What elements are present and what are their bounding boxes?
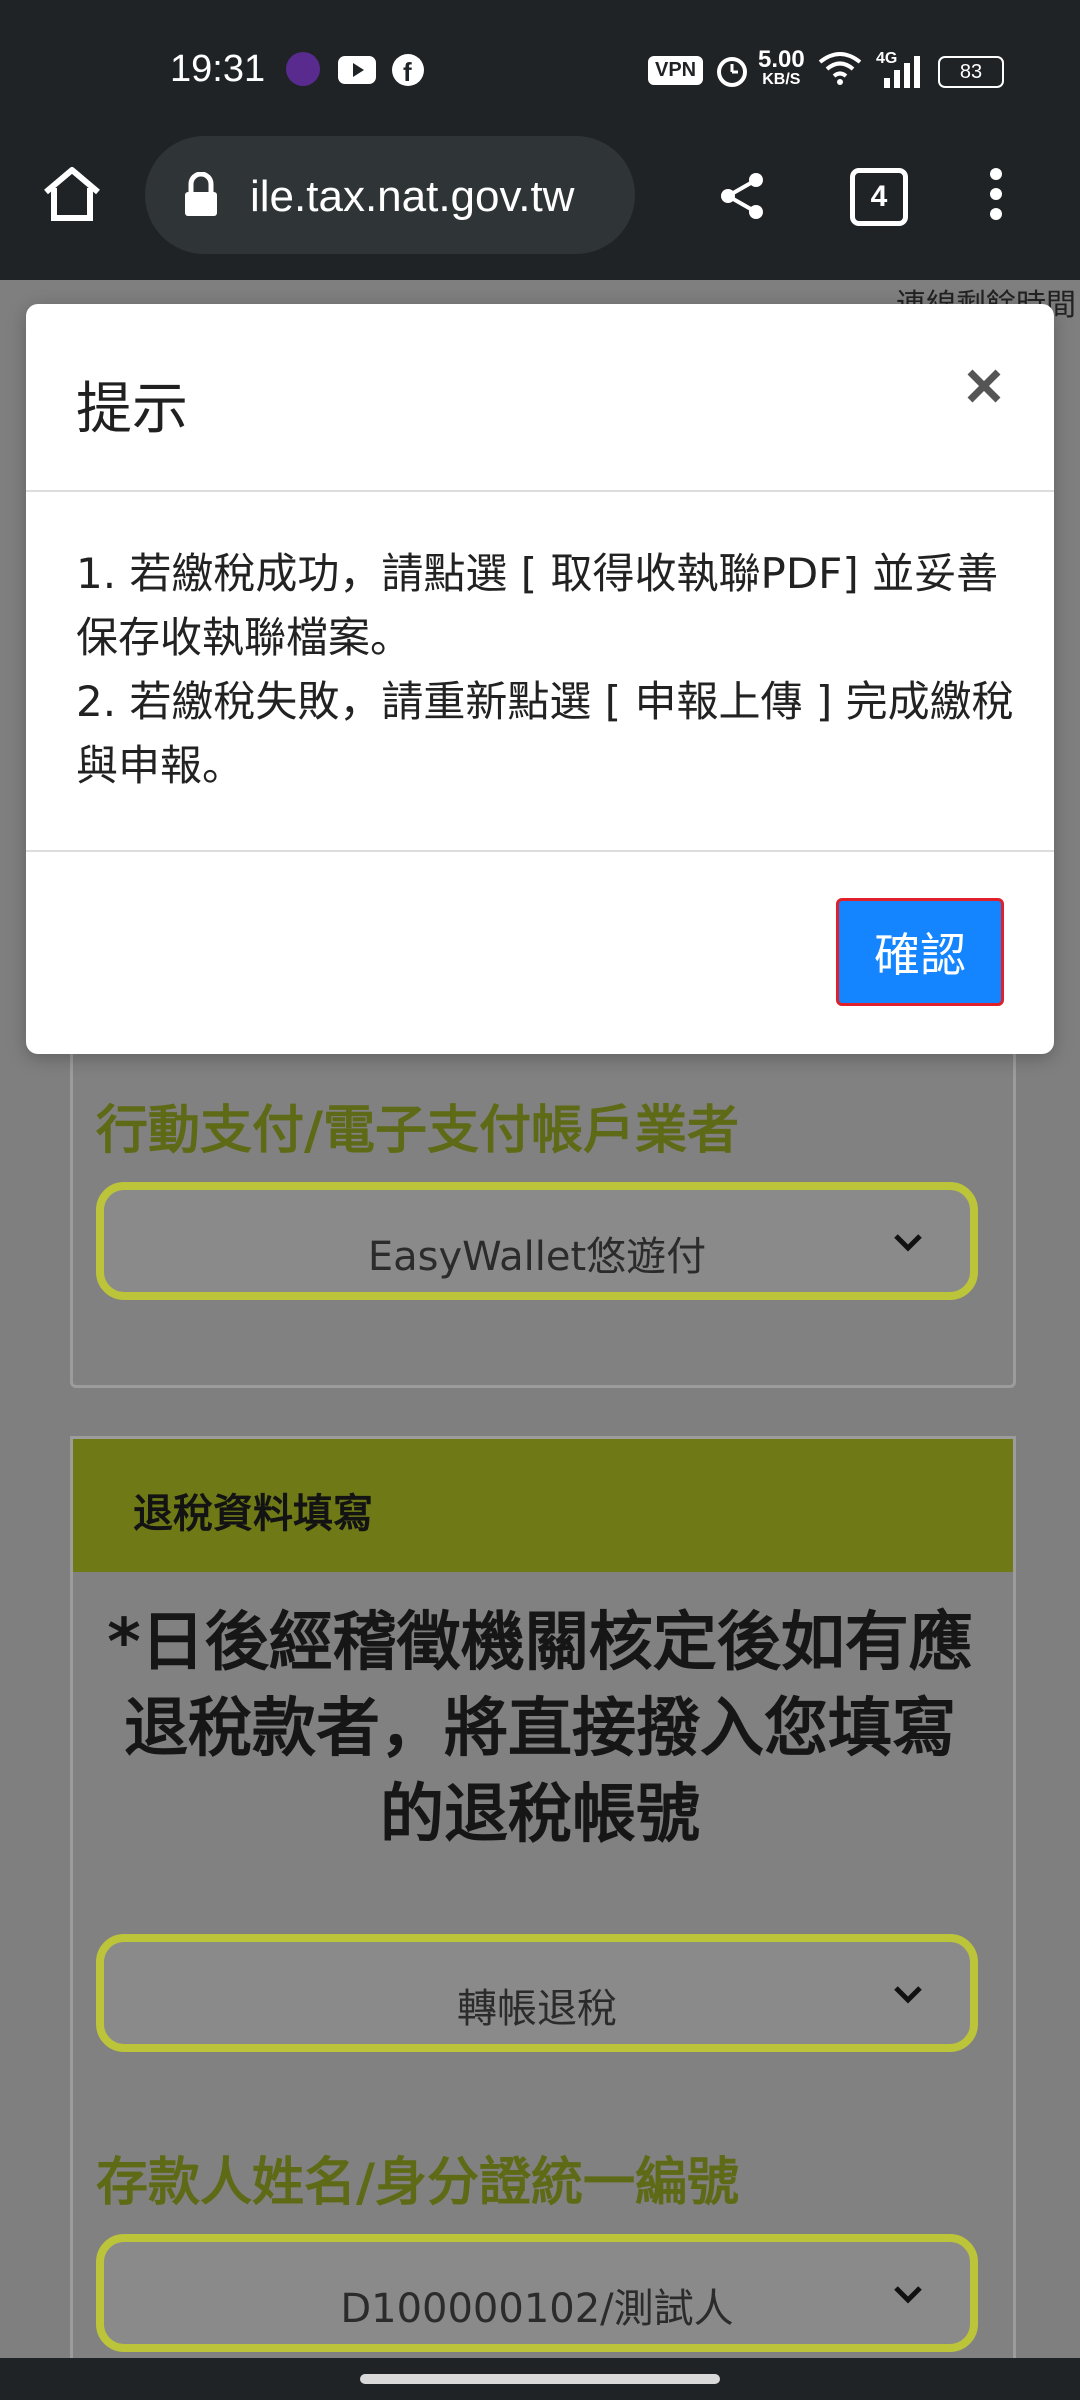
home-gesture-handle[interactable] — [360, 2374, 720, 2384]
payment-provider-value: EasyWallet悠遊付 — [367, 1234, 707, 1280]
dialog-title: 提示 — [76, 377, 188, 442]
speed-value: 5.00 — [758, 46, 805, 73]
svg-text:f: f — [403, 57, 412, 86]
chevron-down-icon — [894, 1234, 922, 1252]
home-icon[interactable] — [40, 164, 104, 224]
lock-icon — [185, 172, 217, 216]
depositor-label: 存款人姓名/身分證統一編號 — [96, 2153, 739, 2213]
more-options-icon[interactable] — [986, 166, 1006, 222]
depositor-value: D100000102/測試人 — [340, 2286, 734, 2332]
speed-unit: KB/S — [762, 71, 801, 88]
alarm-icon — [717, 57, 747, 87]
payment-provider-label: 行動支付/電子支付帳戶業者 — [96, 1101, 739, 1161]
wifi-icon — [818, 52, 862, 85]
url-text: ile.tax.nat.gov.tw — [250, 172, 575, 221]
dialog-header-divider — [26, 490, 1054, 492]
dialog-footer-divider — [26, 850, 1054, 852]
gesture-nav-bar — [0, 2358, 1080, 2400]
dialog-line-1: 1. 若繳稅成功，請點選 [ 取得收執聯PDF] 並妥善保存收執聯檔案。 — [76, 549, 999, 662]
status-time: 19:31 — [170, 48, 266, 90]
dialog-line-2: 2. 若繳稅失敗，請重新點選 [ 申報上傳 ] 完成繳稅與申報。 — [76, 677, 1014, 790]
network-speed: 5.00 KB/S — [758, 46, 805, 90]
tab-switcher-button[interactable]: 4 — [850, 168, 908, 226]
confirm-button[interactable]: 確認 — [836, 898, 1004, 1006]
notice-dialog: 提示 1. 若繳稅成功，請點選 [ 取得收執聯PDF] 並妥善保存收執聯檔案。 … — [26, 304, 1054, 1054]
refund-section-title: 退稅資料填寫 — [133, 1491, 373, 1537]
close-icon[interactable] — [954, 356, 1014, 416]
refund-method-value: 轉帳退稅 — [457, 1986, 617, 2032]
battery-indicator: 83 — [938, 56, 1004, 88]
payment-provider-select[interactable]: EasyWallet悠遊付 — [96, 1182, 978, 1300]
chevron-down-icon — [894, 2286, 922, 2304]
app-notification-icon — [286, 52, 320, 86]
refund-section-header: 退稅資料填寫 — [70, 1436, 1016, 1577]
refund-note: *日後經稽徵機關核定後如有應退稅款者，將直接撥入您填寫的退稅帳號 — [107, 1606, 973, 1852]
signal-icon — [884, 56, 920, 88]
chevron-down-icon — [894, 1986, 922, 2004]
youtube-icon — [338, 56, 376, 84]
status-bar: 19:31 f VPN 5.00 KB/S 4G 83 — [0, 0, 1080, 140]
address-bar[interactable]: ile.tax.nat.gov.tw — [145, 136, 635, 254]
depositor-select[interactable]: D100000102/測試人 — [96, 2234, 978, 2352]
dialog-body: 1. 若繳稅成功，請點選 [ 取得收執聯PDF] 並妥善保存收執聯檔案。 2. … — [76, 542, 1026, 798]
vpn-badge: VPN — [648, 56, 704, 85]
facebook-icon: f — [392, 54, 424, 86]
refund-method-select[interactable]: 轉帳退稅 — [96, 1934, 978, 2052]
share-icon[interactable] — [716, 170, 768, 222]
